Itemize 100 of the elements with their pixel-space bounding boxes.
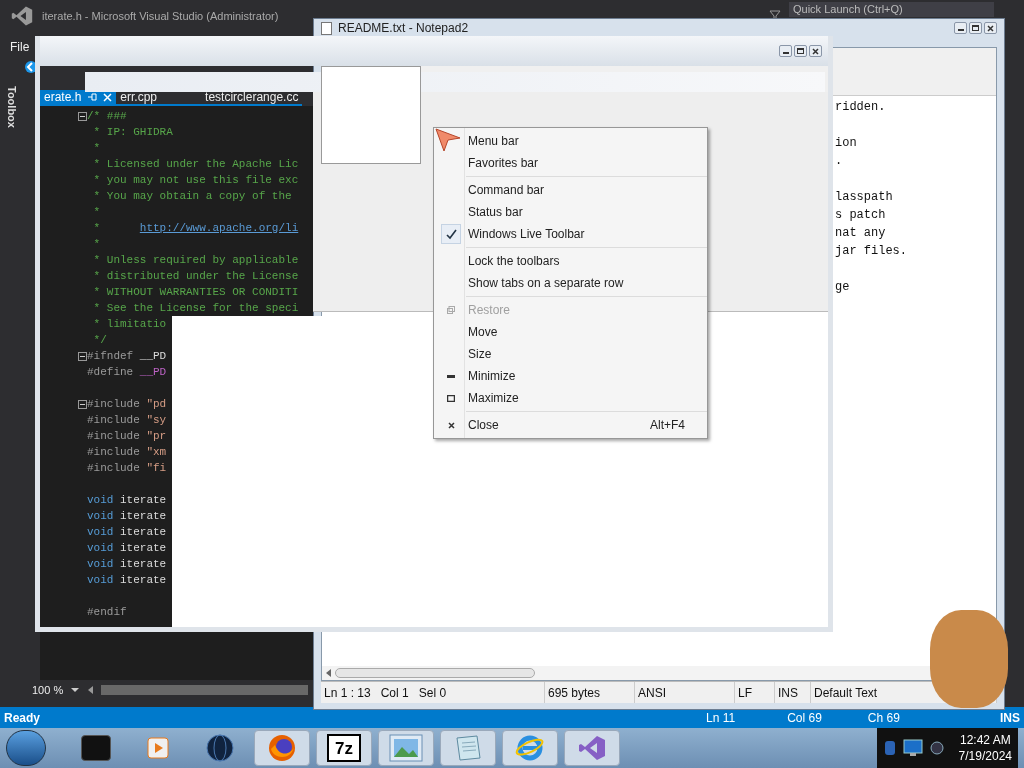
window-title: iterate.h - Microsoft Visual Studio (Administrator) xyxy=(42,8,279,24)
scroll-left-icon[interactable] xyxy=(87,686,94,694)
maximize-button[interactable] xyxy=(969,22,982,34)
zoom-level[interactable]: 100 % xyxy=(32,681,64,699)
code-line: * See the License for the speci xyxy=(92,302,299,314)
menu-item[interactable]: Show tabs on a separate row xyxy=(468,274,707,292)
archive-logo: 7z xyxy=(327,734,361,762)
code-line: * xyxy=(92,142,101,154)
file-tab[interactable]: erate.h xyxy=(40,90,117,104)
code-line: void iterate xyxy=(87,542,167,554)
line-number: Ln 11 xyxy=(706,709,736,727)
collapse-icon[interactable] xyxy=(78,352,87,361)
code-line: * WITHOUT WARRANTIES OR CONDITI xyxy=(92,286,299,298)
e-logo-icon xyxy=(515,733,545,763)
text-line: nat any xyxy=(835,225,886,242)
scroll-left-icon[interactable] xyxy=(326,669,331,677)
minimize-button[interactable] xyxy=(779,45,792,57)
horizontal-scrollbar[interactable] xyxy=(101,685,308,695)
toolbox-tab[interactable]: Toolbox xyxy=(3,86,21,704)
text-line: s patch xyxy=(835,207,886,224)
status-cell: LF xyxy=(735,682,775,703)
text-line: lasspath xyxy=(835,189,893,206)
code-line: * distributed under the License xyxy=(92,270,299,282)
taskbar-button[interactable]: 7z xyxy=(316,730,372,766)
code-line: * http://www.apache.org/li xyxy=(92,222,299,234)
code-line: #include "fi xyxy=(87,462,167,474)
menu-item[interactable]: Close Alt+F4 xyxy=(468,416,707,434)
cursor-icon xyxy=(435,128,461,152)
file-tab[interactable]: err.cpp xyxy=(116,90,162,104)
menu-item[interactable]: Lock the toolbars xyxy=(468,252,707,270)
speaker-icon[interactable] xyxy=(928,740,945,756)
code-line: * xyxy=(92,206,101,218)
code-line: #endif xyxy=(87,606,127,618)
play-icon xyxy=(146,736,170,760)
notepad-icon xyxy=(453,734,483,762)
menu-item[interactable]: Minimize xyxy=(468,367,707,385)
code-line: * limitatio xyxy=(92,318,167,330)
close-button[interactable] xyxy=(984,22,997,34)
tray-icon[interactable] xyxy=(882,740,897,756)
menu-item[interactable]: Size xyxy=(468,345,707,363)
status-cell: ANSI xyxy=(635,682,735,703)
code-line: void iterate xyxy=(87,510,167,522)
code-line: * Unless required by applicable xyxy=(92,254,299,266)
menu-item[interactable]: Move xyxy=(468,323,707,341)
code-line: #include "sy xyxy=(87,414,167,426)
infinity-logo-icon xyxy=(577,734,607,762)
globe-icon xyxy=(205,733,235,763)
status-cell: 695 bytes xyxy=(545,682,635,703)
menu-item[interactable]: Status bar xyxy=(468,203,707,221)
close-icon[interactable] xyxy=(103,92,113,102)
insert-mode: INS xyxy=(1000,709,1020,727)
minimize-icon xyxy=(447,374,455,378)
collapse-icon[interactable] xyxy=(78,112,87,121)
caret-icon[interactable] xyxy=(71,687,80,693)
clock-time[interactable]: 12:42 AM xyxy=(959,732,1011,748)
file-tab[interactable]: testcirclerange.cc xyxy=(201,90,303,104)
taskbar-button[interactable] xyxy=(254,730,310,766)
code-line: /* ### xyxy=(87,110,127,122)
column-number: Col 69 xyxy=(787,709,822,727)
close-icon xyxy=(447,421,455,429)
code-line: * xyxy=(92,238,101,250)
text-line: ridden. xyxy=(835,99,886,116)
close-button[interactable] xyxy=(809,45,822,57)
status-text: Ready xyxy=(4,709,41,727)
text-line: . xyxy=(835,153,843,170)
pin-icon[interactable] xyxy=(87,92,98,102)
code-line: #include "xm xyxy=(87,446,167,458)
fox-globe-icon xyxy=(267,733,297,763)
minimize-button[interactable] xyxy=(954,22,967,34)
collapse-icon[interactable] xyxy=(78,400,87,409)
restore-icon xyxy=(447,306,455,314)
menu-item[interactable]: Windows Live Toolbar xyxy=(468,225,707,243)
status-cell: INS xyxy=(775,682,811,703)
code-line: #define __PD xyxy=(87,366,167,378)
landscape-icon xyxy=(389,734,423,762)
code-line: * Licensed under the Apache Lic xyxy=(92,158,299,170)
window-title: README.txt - Notepad2 xyxy=(338,20,469,37)
code-line: * You may obtain a copy of the xyxy=(92,190,292,202)
code-line: * you may not use this file exc xyxy=(92,174,299,186)
maximize-button[interactable] xyxy=(794,45,807,57)
infinity-logo-icon xyxy=(10,5,34,27)
code-line: void iterate xyxy=(87,558,167,570)
monitor-icon[interactable] xyxy=(902,739,923,757)
quick-launch-field[interactable]: Quick Launch (Ctrl+Q) xyxy=(789,1,994,17)
maximize-icon xyxy=(447,394,455,402)
menu-item[interactable]: File xyxy=(10,40,30,54)
menu-item[interactable]: Maximize xyxy=(468,389,707,407)
text-line: jar files. xyxy=(835,243,907,260)
text-line: ion xyxy=(835,135,857,152)
code-line: * IP: GHIDRA xyxy=(92,126,173,138)
menu-item[interactable]: Favorites bar xyxy=(468,154,707,172)
code-line: #include "pd xyxy=(87,398,167,410)
text-line: ge xyxy=(835,279,850,296)
box-icon xyxy=(81,735,111,761)
clock-date[interactable]: 7/19/2024 xyxy=(958,748,1012,764)
scrollbar-thumb[interactable] xyxy=(335,668,535,678)
menu-item[interactable]: Menu bar xyxy=(468,132,707,150)
code-line: */ xyxy=(92,334,107,346)
menu-item[interactable]: Command bar xyxy=(468,181,707,199)
start-button[interactable] xyxy=(6,730,46,766)
